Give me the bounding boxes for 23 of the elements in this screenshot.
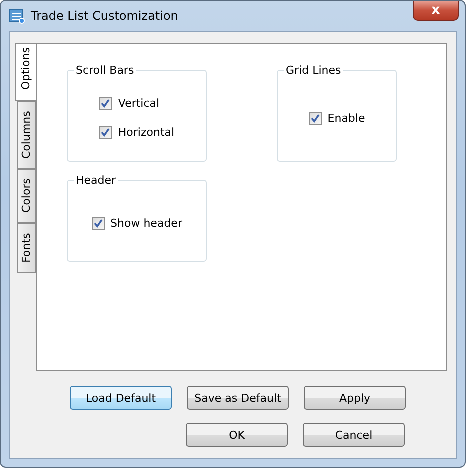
checkbox-label: Enable	[328, 112, 366, 124]
dialog-button[interactable]: Load Default	[70, 386, 172, 410]
dialog-button[interactable]: OK	[186, 423, 288, 447]
tab[interactable]: Columns	[17, 101, 36, 169]
group-title: Grid Lines	[284, 64, 344, 77]
group-title: Scroll Bars	[74, 64, 136, 77]
checkbox[interactable]	[99, 126, 112, 139]
checkbox-label: Vertical	[118, 97, 160, 110]
tab[interactable]: Options	[15, 43, 36, 101]
checkbox[interactable]	[308, 112, 322, 124]
dialog-button[interactable]: Cancel	[303, 423, 405, 447]
app-icon	[9, 8, 25, 24]
group-title: Header	[74, 174, 118, 187]
checkbox[interactable]	[99, 97, 112, 110]
close-button[interactable]: x	[413, 1, 459, 21]
tab[interactable]: Fonts	[17, 223, 36, 273]
checkbox-label: Show header	[110, 216, 182, 230]
checkbox-label: Horizontal	[118, 126, 175, 139]
checkbox[interactable]	[92, 216, 105, 230]
window-title: Trade List Customization	[31, 9, 178, 23]
dialog-button[interactable]: Apply	[304, 386, 406, 410]
dialog-button[interactable]: Save as Default	[187, 386, 289, 410]
tab[interactable]: Colors	[17, 169, 36, 223]
